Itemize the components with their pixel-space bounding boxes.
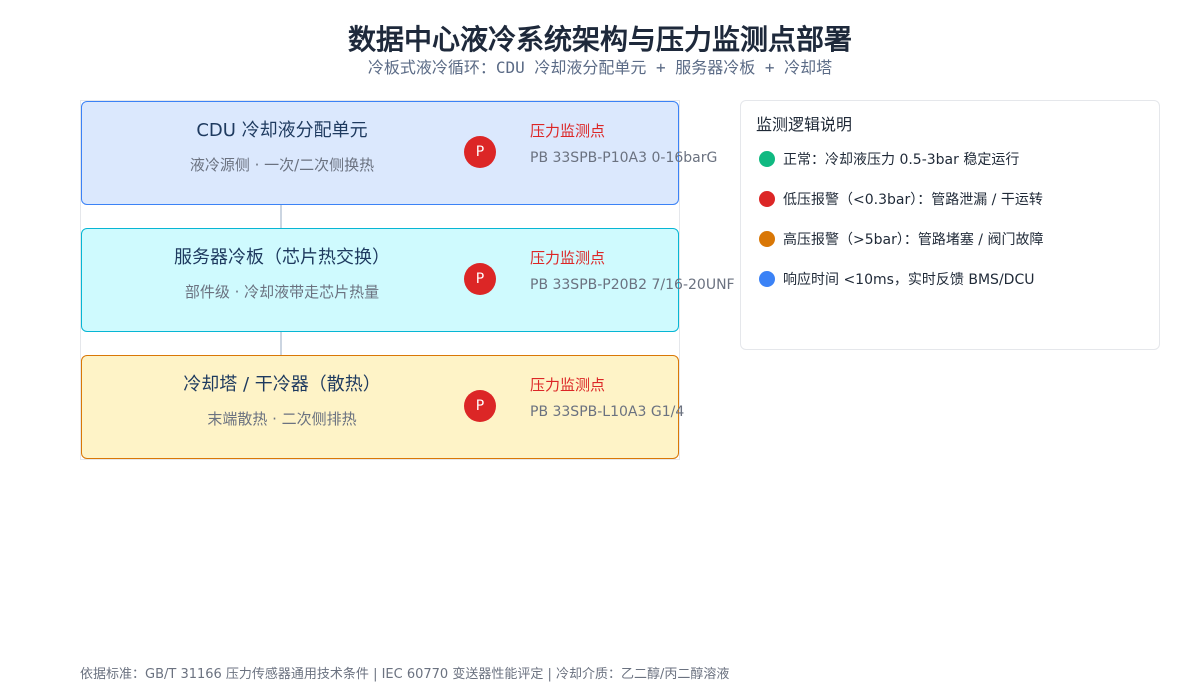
stage-title: CDU 冷却液分配单元 xyxy=(196,120,368,141)
stage-title: 服务器冷板（芯片热交换） xyxy=(174,247,390,268)
stage-cooling-tower: 冷却塔 / 干冷器（散热） 末端散热 · 二次侧排热 P 压力监测点 PB 33… xyxy=(81,355,684,459)
flow-connector xyxy=(280,332,282,355)
legend-item-text: 高压报警（>5bar）：管路堵塞 / 阀门故障 xyxy=(783,232,1044,248)
flow-connector xyxy=(280,205,282,228)
legend-item-response: 响应时间 <10ms，实时反馈 BMS/DCU xyxy=(759,269,1034,289)
legend-item-text: 响应时间 <10ms，实时反馈 BMS/DCU xyxy=(783,272,1035,288)
legend-item-normal: 正常：冷却液压力 0.5-3bar 稳定运行 xyxy=(759,149,1019,169)
legend-item-low-pressure: 低压报警（<0.3bar）：管路泄漏 / 干运转 xyxy=(759,189,1043,209)
status-dot-icon xyxy=(759,271,775,287)
stage-subtitle: 末端散热 · 二次侧排热 xyxy=(207,410,357,428)
sensor-model: PB 33SPB-L10A3 G1/4 xyxy=(530,404,685,420)
page-title: 数据中心液冷系统架构与压力监测点部署 xyxy=(347,23,852,56)
pressure-point-label: 压力监测点 xyxy=(530,376,606,394)
legend-title: 监测逻辑说明 xyxy=(756,115,853,134)
footer-note: 依据标准：GB/T 31166 压力传感器通用技术条件 | IEC 60770 … xyxy=(80,667,730,682)
legend-item-text: 正常：冷却液压力 0.5-3bar 稳定运行 xyxy=(783,152,1020,168)
stage-title: 冷却塔 / 干冷器（散热） xyxy=(183,374,381,395)
stage-subtitle: 液冷源侧 · 一次/二次侧换热 xyxy=(189,156,375,174)
stage-cdu: CDU 冷却液分配单元 液冷源侧 · 一次/二次侧换热 P 压力监测点 PB 3… xyxy=(81,101,717,205)
status-dot-icon xyxy=(759,191,775,207)
status-dot-icon xyxy=(759,151,775,167)
stage-subtitle: 部件级 · 冷却液带走芯片热量 xyxy=(184,283,380,301)
pressure-point-label: 压力监测点 xyxy=(530,249,606,267)
legend-item-high-pressure: 高压报警（>5bar）：管路堵塞 / 阀门故障 xyxy=(759,229,1043,249)
status-dot-icon xyxy=(759,231,775,247)
stage-server-cold-plate: 服务器冷板（芯片热交换） 部件级 · 冷却液带走芯片热量 P 压力监测点 PB … xyxy=(81,228,735,332)
pressure-point-icon: P xyxy=(464,263,496,295)
legend-item-text: 低压报警（<0.3bar）：管路泄漏 / 干运转 xyxy=(783,192,1043,208)
page-subtitle: 冷板式液冷循环：CDU 冷却液分配单元 + 服务器冷板 + 冷却塔 xyxy=(367,58,833,77)
legend-panel: 监测逻辑说明 正常：冷却液压力 0.5-3bar 稳定运行 低压报警（<0.3b… xyxy=(740,100,1160,350)
sensor-model: PB 33SPB-P20B2 7/16-20UNF xyxy=(530,277,735,293)
pressure-point-icon: P xyxy=(464,390,496,422)
pressure-point-label: 压力监测点 xyxy=(530,122,606,140)
pressure-point-icon: P xyxy=(464,136,496,168)
sensor-model: PB 33SPB-P10A3 0-16barG xyxy=(530,150,718,166)
